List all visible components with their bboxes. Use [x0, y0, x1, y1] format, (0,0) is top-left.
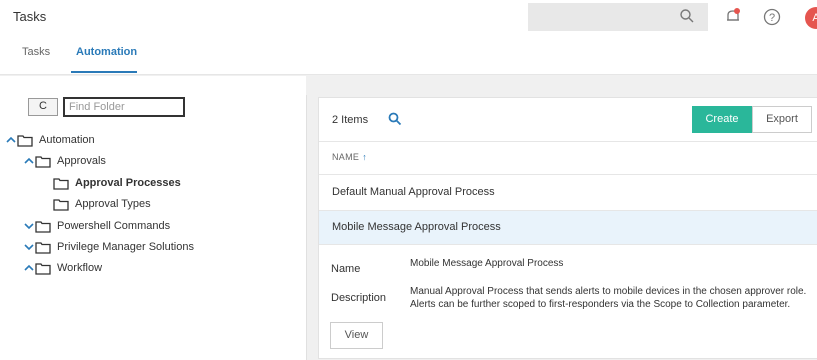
- tree-item-label: Powershell Commands: [57, 220, 171, 232]
- tree-item-label: Approval Types: [75, 198, 151, 210]
- create-button[interactable]: Create: [692, 106, 752, 133]
- tree-item-label: Approvals: [57, 155, 106, 167]
- detail-name-label: Name: [331, 263, 361, 275]
- chevron-down-icon[interactable]: [23, 221, 35, 231]
- chevron-up-icon[interactable]: [23, 156, 35, 166]
- folder-icon: [53, 177, 69, 190]
- export-button[interactable]: Export: [752, 106, 812, 133]
- tree-item-approvals[interactable]: Approvals: [23, 152, 106, 170]
- view-button[interactable]: View: [330, 322, 383, 349]
- folder-icon: [35, 262, 51, 275]
- tree-item-powershell-commands[interactable]: Powershell Commands: [23, 217, 170, 235]
- folder-icon: [35, 155, 51, 168]
- divider: [319, 174, 817, 175]
- find-folder-input[interactable]: [63, 97, 185, 117]
- page-title: Tasks: [13, 9, 47, 24]
- sort-ascending-icon: ↑: [362, 152, 368, 162]
- tree-item-privilege-manager-solutions[interactable]: Privilege Manager Solutions: [23, 238, 194, 256]
- chevron-down-icon[interactable]: [23, 242, 35, 252]
- active-tab-indicator: [71, 71, 137, 73]
- divider: [319, 244, 817, 245]
- chevron-up-icon[interactable]: [23, 263, 35, 273]
- refresh-button[interactable]: C: [28, 98, 58, 116]
- detail-description-line1: Manual Approval Process that sends alert…: [410, 286, 807, 297]
- tree-item-automation[interactable]: Automation: [5, 131, 95, 149]
- folder-icon: [17, 134, 33, 147]
- column-header-label: NAME: [332, 152, 360, 162]
- tree-item-label: Approval Processes: [75, 177, 181, 189]
- top-header: Tasks ? A Tasks Automation: [0, 0, 817, 75]
- divider: [319, 141, 817, 142]
- detail-name-value: Mobile Message Approval Process: [410, 258, 564, 269]
- search-icon[interactable]: [679, 8, 695, 24]
- tree-item-workflow[interactable]: Workflow: [23, 259, 102, 277]
- avatar[interactable]: A: [805, 7, 817, 29]
- chevron-up-icon[interactable]: [5, 135, 17, 145]
- tree-item-approval-processes[interactable]: Approval Processes: [53, 174, 181, 192]
- folder-icon: [35, 241, 51, 254]
- detail-description-line2: Alerts can be further scoped to first-re…: [410, 299, 791, 310]
- notification-bell-icon[interactable]: [724, 7, 742, 25]
- tab-automation[interactable]: Automation: [76, 46, 137, 58]
- items-count: 2 Items: [332, 114, 369, 126]
- table-row[interactable]: Mobile Message Approval Process: [332, 221, 501, 233]
- svg-text:?: ?: [769, 12, 775, 24]
- folder-icon: [35, 220, 51, 233]
- tree-item-label: Privilege Manager Solutions: [57, 241, 194, 253]
- detail-description-label: Description: [331, 292, 387, 304]
- folder-icon: [53, 198, 69, 211]
- table-row[interactable]: Default Manual Approval Process: [332, 186, 495, 198]
- tree-item-approval-types[interactable]: Approval Types: [53, 195, 151, 213]
- tree-item-label: Automation: [39, 134, 95, 146]
- column-header-name[interactable]: NAME ↑: [332, 152, 367, 162]
- tree-item-label: Workflow: [57, 262, 103, 274]
- search-icon[interactable]: [388, 112, 402, 126]
- tab-tasks[interactable]: Tasks: [22, 46, 50, 58]
- help-icon[interactable]: ?: [763, 8, 781, 26]
- panel-divider: [306, 95, 307, 360]
